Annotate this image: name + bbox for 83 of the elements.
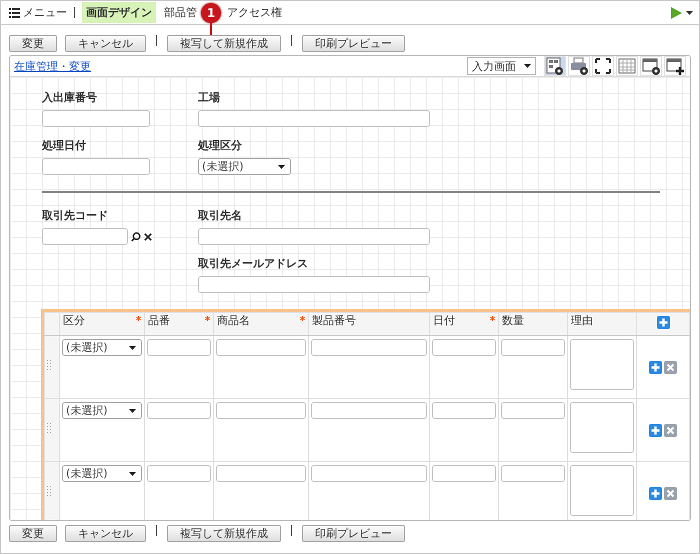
text-area[interactable] [570, 339, 634, 390]
window-settings-icon[interactable] [642, 57, 660, 75]
menu-icon[interactable] [9, 8, 20, 18]
input-field[interactable] [432, 402, 496, 419]
input-field[interactable] [501, 402, 566, 419]
input-field[interactable] [42, 110, 150, 127]
window-add-icon[interactable] [666, 57, 684, 75]
caret-icon [129, 408, 136, 412]
select-field[interactable]: (未選択) [62, 339, 142, 356]
input-field[interactable] [310, 402, 428, 419]
column-header: 区分 [63, 314, 85, 327]
input-field[interactable] [42, 228, 128, 245]
search-icon[interactable] [131, 230, 142, 242]
action-button[interactable]: 印刷プレビュー [302, 525, 405, 542]
delete-icon[interactable] [664, 360, 677, 374]
input-field[interactable] [198, 110, 430, 127]
add-icon[interactable] [649, 360, 662, 374]
action-button[interactable]: 印刷プレビュー [302, 35, 405, 52]
expand-icon[interactable] [594, 57, 612, 75]
delete-icon[interactable] [664, 486, 677, 500]
field-label: 取引先メールアドレス [198, 257, 309, 271]
action-button[interactable]: キャンセル [65, 35, 146, 52]
select-field[interactable]: (未選択) [198, 158, 291, 175]
column-header: 商品名 [216, 314, 250, 327]
caret-icon [129, 346, 136, 350]
printer-settings-icon[interactable] [570, 57, 588, 75]
column-header: 日付 [433, 314, 456, 327]
add-icon[interactable] [649, 424, 662, 436]
input-field[interactable] [216, 339, 306, 356]
action-button[interactable]: 複写して新規作成 [167, 525, 281, 542]
field-label: 入出庫番号 [42, 91, 98, 105]
input-field[interactable] [198, 228, 430, 245]
column-header: 品番 [148, 314, 170, 327]
table-icon[interactable] [618, 57, 636, 75]
input-field[interactable] [147, 465, 211, 482]
input-field[interactable] [198, 276, 430, 293]
column-header: 理由 [571, 314, 594, 327]
input-field[interactable] [310, 465, 428, 482]
input-field[interactable] [432, 339, 496, 356]
add-icon[interactable] [656, 316, 670, 329]
required-icon [490, 316, 496, 321]
breadcrumb-link[interactable]: 在庫管理・変更 [14, 58, 91, 74]
required-icon [300, 316, 305, 321]
input-field[interactable] [432, 465, 496, 482]
select-field[interactable]: (未選択) [62, 465, 142, 482]
action-button[interactable]: 変更 [9, 35, 57, 52]
field-label: 取引先コード [42, 209, 109, 223]
input-field[interactable] [501, 465, 566, 482]
select-field[interactable]: (未選択) [62, 402, 142, 419]
view-select[interactable]: 入力画面 [467, 57, 536, 75]
nav-tab[interactable]: 画面デザイン [82, 2, 156, 23]
column-header: 数量 [502, 314, 524, 327]
form-settings-icon[interactable] [546, 57, 564, 75]
action-button[interactable]: 変更 [9, 525, 57, 542]
nav-tab[interactable]: アクセス権 [223, 2, 286, 23]
delete-icon[interactable] [664, 424, 677, 436]
input-field[interactable] [216, 465, 306, 482]
input-field[interactable] [147, 339, 211, 356]
caret-icon [278, 164, 285, 168]
text-area[interactable] [570, 465, 634, 516]
caret-icon[interactable] [686, 10, 693, 14]
field-label: 処理区分 [198, 139, 243, 153]
required-icon [204, 316, 210, 321]
action-button[interactable]: 複写して新規作成 [167, 35, 281, 52]
input-field[interactable] [310, 339, 428, 356]
clear-icon[interactable] [144, 232, 152, 242]
add-icon[interactable] [649, 486, 662, 500]
caret-icon [129, 472, 136, 476]
field-label: 工場 [198, 91, 221, 105]
action-button[interactable]: キャンセル [65, 525, 146, 542]
required-icon [136, 316, 141, 321]
field-label: 取引先名 [198, 209, 243, 223]
menu-link[interactable]: メニュー [23, 5, 67, 20]
column-header: 製品番号 [312, 314, 356, 327]
input-field[interactable] [216, 402, 306, 419]
caret-icon [524, 64, 531, 68]
nav-tab[interactable]: 部品管 [160, 2, 201, 23]
input-field[interactable] [42, 158, 150, 175]
text-area[interactable] [570, 402, 634, 453]
callout-badge: 1 [201, 2, 221, 22]
field-label: 処理日付 [42, 139, 87, 153]
input-field[interactable] [501, 339, 566, 356]
input-field[interactable] [147, 402, 211, 419]
